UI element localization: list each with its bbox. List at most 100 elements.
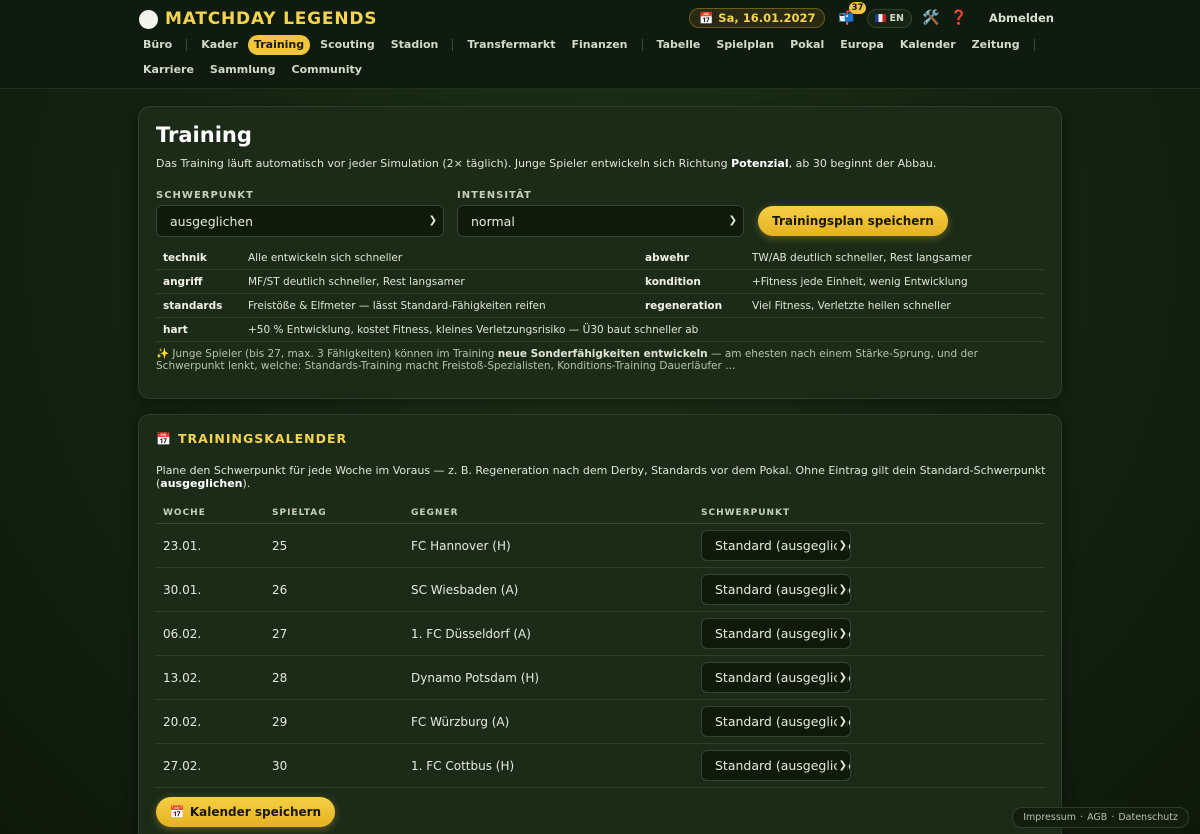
nav-item-kader[interactable]: Kader: [195, 35, 244, 55]
calendar-text-bold: ausgeglichen: [160, 477, 243, 490]
week-focus-select[interactable]: Standard (ausgeglichen) ❯: [701, 706, 851, 737]
messages-button[interactable]: 📬 37: [835, 2, 867, 28]
week-cell: 20.02.: [163, 714, 202, 729]
matchday-cell: 30: [272, 758, 288, 773]
opponent-cell: FC Hannover (H): [411, 538, 511, 553]
nav-item-karriere[interactable]: Karriere: [137, 60, 200, 80]
intensity-select[interactable]: normal ❯: [457, 205, 744, 237]
save-training-plan-button[interactable]: Trainingsplan speichern: [758, 206, 948, 236]
nav-item-kalender[interactable]: Kalender: [894, 35, 962, 55]
calendar-icon: 📅: [698, 11, 714, 25]
top-bar: MATCHDAY LEGENDS 📅 Sa, 16.01.2027 📬 37 E…: [0, 0, 1200, 89]
intro-suffix: , ab 30 beginnt der Abbau.: [788, 157, 937, 170]
nav-divider: [452, 39, 454, 51]
calendar-title-text: TRAININGSKALENDER: [177, 431, 348, 446]
nav-divider: [641, 39, 643, 51]
week-focus-select[interactable]: Standard (ausgeglichen) ❯: [701, 618, 851, 649]
nav-item-transfermarkt[interactable]: Transfermarkt: [461, 35, 561, 55]
opponent-cell: 1. FC Cottbus (H): [411, 758, 515, 773]
calendar-icon: 📅: [169, 805, 185, 819]
agb-link[interactable]: AGB: [1087, 812, 1107, 823]
chevron-down-icon: ❯: [836, 584, 847, 595]
impressum-link[interactable]: Impressum: [1023, 812, 1076, 823]
matchday-cell: 28: [272, 670, 288, 685]
focus-row: standards Freistöße & Elfmeter — lässt S…: [156, 294, 1044, 318]
main-nav: Büro Kader Training Scouting Stadion Tra…: [137, 35, 1067, 80]
week-focus-value: Standard (ausgeglichen): [715, 626, 850, 641]
footer-separator: ·: [1111, 812, 1115, 823]
help-icon[interactable]: ❓: [950, 10, 968, 26]
intensity-select-value: normal: [471, 213, 515, 229]
messages-count-badge: 37: [848, 2, 867, 14]
table-row: 23.01. 25 FC Hannover (H) Standard (ausg…: [156, 524, 1044, 568]
save-calendar-label: Kalender speichern: [189, 805, 322, 819]
intro-prefix: Das Training läuft automatisch vor jeder…: [156, 157, 732, 170]
table-row: 13.02. 28 Dynamo Potsdam (H) Standard (a…: [156, 656, 1044, 700]
nav-item-zeitung[interactable]: Zeitung: [966, 35, 1026, 55]
focus-desc: TW/AB deutlich schneller, Rest langsamer: [752, 251, 972, 264]
focus-row: angriff MF/ST deutlich schneller, Rest l…: [156, 270, 1044, 294]
focus-label: SCHWERPUNKT: [156, 190, 254, 201]
language-switch[interactable]: EN: [867, 8, 912, 28]
hint-bold: neue Sonderfähigkeiten entwickeln: [497, 348, 708, 360]
week-focus-select[interactable]: Standard (ausgeglichen) ❯: [701, 750, 851, 781]
training-intro: Das Training läuft automatisch vor jeder…: [156, 157, 936, 170]
brand-name: MATCHDAY LEGENDS: [165, 9, 378, 29]
nav-item-sammlung[interactable]: Sammlung: [204, 60, 282, 80]
focus-desc: Freistöße & Elfmeter — lässt Standard-Fä…: [248, 299, 546, 312]
nav-item-buero[interactable]: Büro: [137, 35, 178, 55]
intensity-label: INTENSITÄT: [457, 190, 532, 201]
table-row: 27.02. 30 1. FC Cottbus (H) Standard (au…: [156, 744, 1044, 788]
nav-item-training[interactable]: Training: [247, 35, 311, 55]
nav-item-community[interactable]: Community: [286, 60, 368, 80]
focus-key: standards: [163, 299, 223, 312]
uk-flag-icon: [875, 14, 887, 22]
nav-item-finanzen[interactable]: Finanzen: [565, 35, 633, 55]
week-focus-select[interactable]: Standard (ausgeglichen) ❯: [701, 662, 851, 693]
chevron-down-icon: ❯: [836, 628, 847, 639]
week-cell: 06.02.: [163, 626, 202, 641]
focus-select-value: ausgeglichen: [170, 213, 254, 229]
week-cell: 13.02.: [163, 670, 202, 685]
brand[interactable]: MATCHDAY LEGENDS: [139, 9, 377, 29]
week-focus-select[interactable]: Standard (ausgeglichen) ❯: [701, 530, 851, 561]
page-title: Training: [156, 123, 252, 147]
save-calendar-button[interactable]: 📅 Kalender speichern: [156, 797, 335, 827]
focus-cell: Standard (ausgeglichen) ❯: [701, 530, 1044, 561]
current-date: Sa, 16.01.2027: [718, 11, 816, 25]
intro-bold: Potenzial: [731, 157, 789, 170]
nav-item-pokal[interactable]: Pokal: [784, 35, 830, 55]
chevron-down-icon: ❯: [836, 760, 847, 771]
nav-item-stadion[interactable]: Stadion: [385, 35, 445, 55]
focus-select[interactable]: ausgeglichen ❯: [156, 205, 444, 237]
special-abilities-hint: ✨ Junge Spieler (bis 27, max. 3 Fähigkei…: [156, 348, 1046, 372]
nav-item-scouting[interactable]: Scouting: [314, 35, 381, 55]
nav-item-spielplan[interactable]: Spielplan: [710, 35, 780, 55]
table-header: WOCHE SPIELTAG GEGNER SCHWERPUNKT: [156, 503, 1044, 524]
matchday-cell: 29: [272, 714, 288, 729]
focus-cell: Standard (ausgeglichen) ❯: [701, 574, 1044, 605]
week-focus-value: Standard (ausgeglichen): [715, 582, 850, 597]
focus-cell: Standard (ausgeglichen) ❯: [701, 706, 1044, 737]
chevron-down-icon: ❯: [428, 215, 437, 226]
footer-separator: ·: [1080, 812, 1084, 823]
chevron-down-icon: ❯: [836, 672, 847, 683]
focus-desc: +50 % Entwicklung, kostet Fitness, klein…: [248, 323, 699, 336]
focus-cell: Standard (ausgeglichen) ❯: [701, 750, 1044, 781]
week-focus-select[interactable]: Standard (ausgeglichen) ❯: [701, 574, 851, 605]
nav-divider: [1033, 39, 1035, 51]
nav-item-tabelle[interactable]: Tabelle: [651, 35, 707, 55]
column-header: WOCHE: [163, 508, 206, 518]
column-header: SCHWERPUNKT: [701, 508, 791, 518]
tools-icon[interactable]: 🛠️: [922, 10, 940, 26]
training-card: Training Das Training läuft automatisch …: [138, 106, 1062, 399]
week-focus-value: Standard (ausgeglichen): [715, 714, 850, 729]
nav-item-europa[interactable]: Europa: [834, 35, 890, 55]
datenschutz-link[interactable]: Datenschutz: [1118, 812, 1178, 823]
date-pill[interactable]: 📅 Sa, 16.01.2027: [688, 8, 826, 28]
calendar-description: Plane den Schwerpunkt für jede Woche im …: [156, 464, 1046, 490]
matchday-cell: 25: [272, 538, 288, 553]
logout-link[interactable]: Abmelden: [989, 11, 1054, 25]
focus-desc: +Fitness jede Einheit, wenig Entwicklung: [752, 275, 968, 288]
opponent-cell: 1. FC Düsseldorf (A): [411, 626, 531, 641]
